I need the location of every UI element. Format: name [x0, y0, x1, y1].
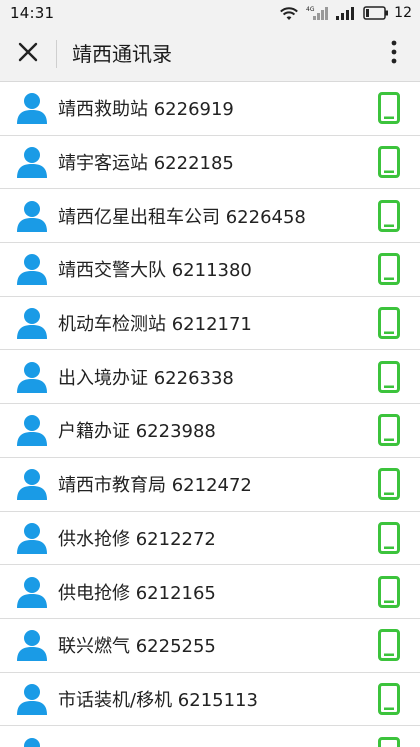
- person-icon: [17, 361, 47, 393]
- person-icon: [17, 253, 47, 286]
- contact-row[interactable]: 出入境办证 6226338: [0, 350, 420, 405]
- status-bar: 14:31 4G 12: [0, 0, 420, 26]
- battery-level: 12: [394, 5, 412, 21]
- contact-row[interactable]: 机动车检测站 6212171: [0, 297, 420, 351]
- status-icons: 4G 12: [279, 5, 412, 21]
- phone-icon[interactable]: [378, 414, 400, 447]
- contact-row[interactable]: 市话装机/移机 6215113: [0, 673, 420, 727]
- contact-label: 出入境办证 6226338: [58, 367, 234, 389]
- phone-icon[interactable]: [378, 360, 400, 393]
- header-divider: [56, 40, 57, 68]
- contact-row[interactable]: 靖西亿星出租车公司 6226458: [0, 189, 420, 244]
- contact-label: 靖西亿星出租车公司 6226458: [58, 206, 306, 228]
- contact-row[interactable]: [0, 726, 420, 747]
- person-icon: [17, 414, 47, 447]
- contact-label: 市话装机/移机 6215113: [58, 689, 258, 711]
- battery-indicator: 12: [363, 5, 412, 21]
- contact-row[interactable]: 供水抢修 6212272: [0, 512, 420, 566]
- contact-row[interactable]: 联兴燃气 6225255: [0, 619, 420, 673]
- phone-icon[interactable]: [378, 468, 400, 501]
- close-button[interactable]: [12, 38, 44, 70]
- app-header: 靖西通讯录: [0, 26, 420, 82]
- contact-label: 联兴燃气 6225255: [58, 636, 216, 658]
- contact-label: 靖西市教育局 6212472: [58, 475, 252, 497]
- phone-icon[interactable]: [378, 307, 400, 340]
- contact-label: 机动车检测站 6212171: [58, 314, 252, 336]
- phone-icon[interactable]: [378, 92, 400, 125]
- contact-label: 供水抢修 6212272: [58, 528, 216, 550]
- more-options-button[interactable]: [382, 38, 406, 70]
- contact-row[interactable]: 靖西救助站 6226919: [0, 82, 420, 136]
- contact-row[interactable]: 供电抢修 6212165: [0, 565, 420, 619]
- person-icon: [17, 307, 47, 340]
- person-icon: [17, 683, 47, 715]
- phone-icon[interactable]: [378, 682, 400, 715]
- person-icon: [17, 200, 47, 232]
- cell-signal-4g-icon: 4G: [305, 5, 329, 21]
- contact-label: 靖宇客运站 6222185: [58, 153, 234, 175]
- contact-label: 户籍办证 6223988: [58, 421, 216, 443]
- phone-icon[interactable]: [378, 629, 400, 662]
- contact-row[interactable]: 靖宇客运站 6222185: [0, 136, 420, 190]
- phone-icon[interactable]: [378, 253, 400, 286]
- person-icon: [17, 629, 47, 662]
- contact-label: 靖西救助站 6226919: [58, 99, 234, 121]
- wifi-icon: [279, 5, 299, 21]
- phone-icon[interactable]: [378, 146, 400, 179]
- status-time: 14:31: [10, 4, 55, 22]
- person-icon: [17, 146, 47, 179]
- contact-label: 供电抢修 6212165: [58, 582, 216, 604]
- close-icon: [17, 41, 39, 67]
- phone-icon[interactable]: [378, 575, 400, 608]
- person-icon: [17, 522, 47, 554]
- phone-icon[interactable]: [378, 199, 400, 232]
- network-type-label: 4G: [306, 6, 315, 13]
- cell-signal-icon: [335, 5, 357, 21]
- screen: 14:31 4G 12 靖西通讯录 靖西救助站 6226919 靖宇客运站 62…: [0, 0, 420, 747]
- contact-label: 靖西交警大队 6211380: [58, 260, 252, 282]
- more-vertical-icon: [391, 40, 397, 68]
- person-icon: [17, 576, 47, 608]
- phone-icon[interactable]: [378, 521, 400, 554]
- person-icon: [17, 92, 47, 125]
- contact-row[interactable]: 靖西市教育局 6212472: [0, 458, 420, 512]
- battery-icon: [363, 6, 389, 20]
- contact-row[interactable]: 靖西交警大队 6211380: [0, 243, 420, 297]
- contact-row[interactable]: 户籍办证 6223988: [0, 404, 420, 458]
- contact-list: 靖西救助站 6226919 靖宇客运站 6222185 靖西亿星出租车公司 62…: [0, 82, 420, 747]
- page-title: 靖西通讯录: [72, 42, 172, 66]
- person-icon: [17, 737, 47, 747]
- person-icon: [17, 468, 47, 501]
- phone-icon[interactable]: [378, 736, 400, 747]
